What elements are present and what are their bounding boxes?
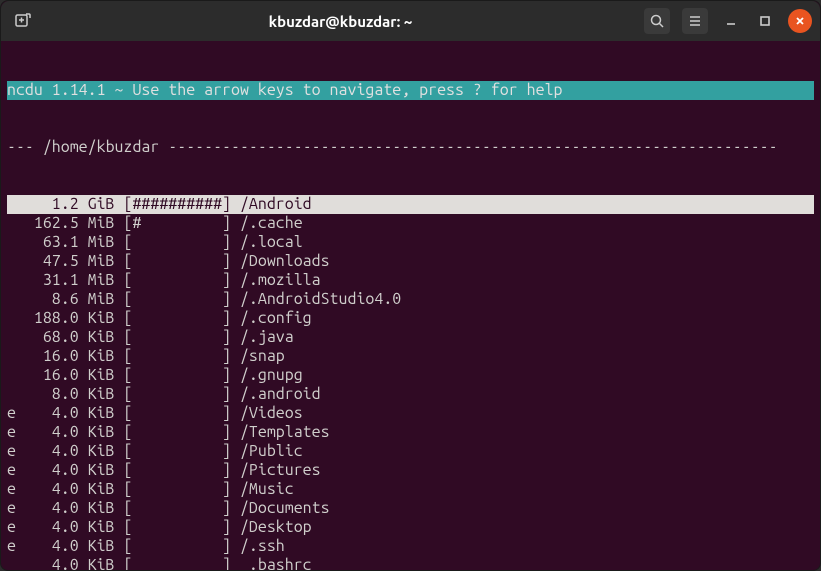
titlebar-right xyxy=(644,8,812,34)
file-row[interactable]: 1.2 GiB [##########] /Android xyxy=(7,195,814,214)
file-row[interactable]: 188.0 KiB [ ] /.config xyxy=(7,309,814,328)
file-row[interactable]: e 4.0 KiB [ ] /Documents xyxy=(7,499,814,518)
terminal-window: kbuzdar@kbuzdar: ~ xyxy=(0,0,821,571)
minimize-icon xyxy=(724,14,738,28)
file-row[interactable]: e 4.0 KiB [ ] /Music xyxy=(7,480,814,499)
menu-button[interactable] xyxy=(682,8,708,34)
new-tab-button[interactable] xyxy=(9,7,37,35)
file-row[interactable]: 47.5 MiB [ ] /Downloads xyxy=(7,252,814,271)
file-row[interactable]: 16.0 KiB [ ] /.gnupg xyxy=(7,366,814,385)
close-icon xyxy=(794,15,806,27)
path-prefix: --- xyxy=(7,138,43,156)
file-row[interactable]: 16.0 KiB [ ] /snap xyxy=(7,347,814,366)
file-row[interactable]: 8.0 KiB [ ] /.android xyxy=(7,385,814,404)
new-tab-icon xyxy=(14,12,32,30)
file-row[interactable]: 68.0 KiB [ ] /.java xyxy=(7,328,814,347)
file-list[interactable]: 1.2 GiB [##########] /Android 162.5 MiB … xyxy=(7,195,814,570)
path-suffix: ----------------------------------------… xyxy=(159,138,777,156)
close-button[interactable] xyxy=(788,9,812,33)
file-row[interactable]: e 4.0 KiB [ ] /.ssh xyxy=(7,537,814,556)
file-row[interactable]: 4.0 KiB [ ] .bashrc xyxy=(7,556,814,570)
window-title: kbuzdar@kbuzdar: ~ xyxy=(45,13,636,30)
file-row[interactable]: e 4.0 KiB [ ] /Pictures xyxy=(7,461,814,480)
search-icon xyxy=(649,13,665,29)
hamburger-icon xyxy=(687,13,703,29)
maximize-icon xyxy=(758,14,772,28)
file-row[interactable]: e 4.0 KiB [ ] /Templates xyxy=(7,423,814,442)
current-path: /home/kbuzdar xyxy=(43,138,159,156)
titlebar-left xyxy=(9,7,37,35)
file-row[interactable]: e 4.0 KiB [ ] /Desktop xyxy=(7,518,814,537)
ncdu-header: ncdu 1.14.1 ~ Use the arrow keys to navi… xyxy=(7,81,814,100)
file-row[interactable]: 162.5 MiB [# ] /.cache xyxy=(7,214,814,233)
terminal-content[interactable]: ncdu 1.14.1 ~ Use the arrow keys to navi… xyxy=(1,41,820,570)
file-row[interactable]: e 4.0 KiB [ ] /Public xyxy=(7,442,814,461)
ncdu-path-line: --- /home/kbuzdar ----------------------… xyxy=(7,138,814,157)
search-button[interactable] xyxy=(644,8,670,34)
file-row[interactable]: 63.1 MiB [ ] /.local xyxy=(7,233,814,252)
file-row[interactable]: e 4.0 KiB [ ] /Videos xyxy=(7,404,814,423)
file-row[interactable]: 8.6 MiB [ ] /.AndroidStudio4.0 xyxy=(7,290,814,309)
maximize-button[interactable] xyxy=(754,10,776,32)
minimize-button[interactable] xyxy=(720,10,742,32)
titlebar: kbuzdar@kbuzdar: ~ xyxy=(1,1,820,41)
file-row[interactable]: 31.1 MiB [ ] /.mozilla xyxy=(7,271,814,290)
